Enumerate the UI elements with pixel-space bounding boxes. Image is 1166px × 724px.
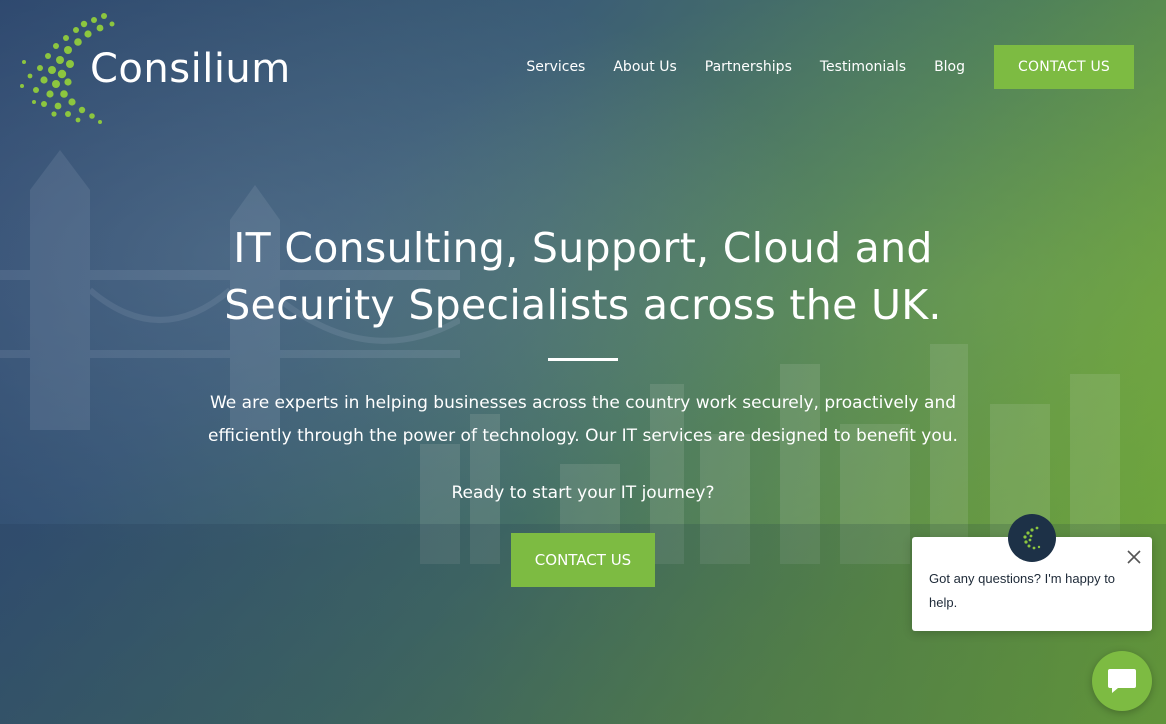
nav-services[interactable]: Services — [526, 59, 585, 75]
chat-bubble-icon — [1108, 669, 1136, 693]
nav-testimonials[interactable]: Testimonials — [820, 59, 906, 75]
hero-section: Consilium Services About Us Partnerships… — [0, 0, 1166, 724]
hero-subtitle-line1: We are experts in helping businesses acr… — [209, 393, 957, 413]
header-contact-button[interactable]: CONTACT US — [994, 45, 1134, 89]
consilium-logo-icon — [1023, 526, 1041, 550]
nav-partnerships[interactable]: Partnerships — [705, 59, 792, 75]
main-nav: Services About Us Partnerships Testimoni… — [526, 45, 1134, 89]
hero-contact-button[interactable]: CONTACT US — [510, 533, 656, 587]
consilium-logo[interactable]: Consilium — [14, 10, 290, 124]
chat-avatar[interactable] — [1008, 514, 1056, 562]
nav-about-us[interactable]: About Us — [613, 59, 676, 75]
hero-content: IT Consulting, Support, Cloud and Securi… — [0, 220, 1166, 587]
hero-title-line1: IT Consulting, Support, Cloud and — [233, 224, 933, 272]
logo-text: Consilium — [90, 46, 291, 92]
hero-title-line2: Security Specialists across the UK. — [224, 281, 942, 329]
hero-title: IT Consulting, Support, Cloud and Securi… — [183, 220, 983, 334]
title-divider — [548, 358, 618, 361]
chat-launcher-button[interactable] — [1092, 651, 1152, 711]
hero-subtitle-line2: efficiently through the power of technol… — [208, 426, 958, 446]
chat-message: Got any questions? I'm happy to help. — [929, 571, 1116, 610]
hero-subtitle: We are experts in helping businesses acr… — [173, 387, 993, 453]
hero-ready-text: Ready to start your IT journey? — [451, 483, 715, 503]
close-icon[interactable] — [1126, 549, 1142, 565]
nav-blog[interactable]: Blog — [934, 59, 965, 75]
